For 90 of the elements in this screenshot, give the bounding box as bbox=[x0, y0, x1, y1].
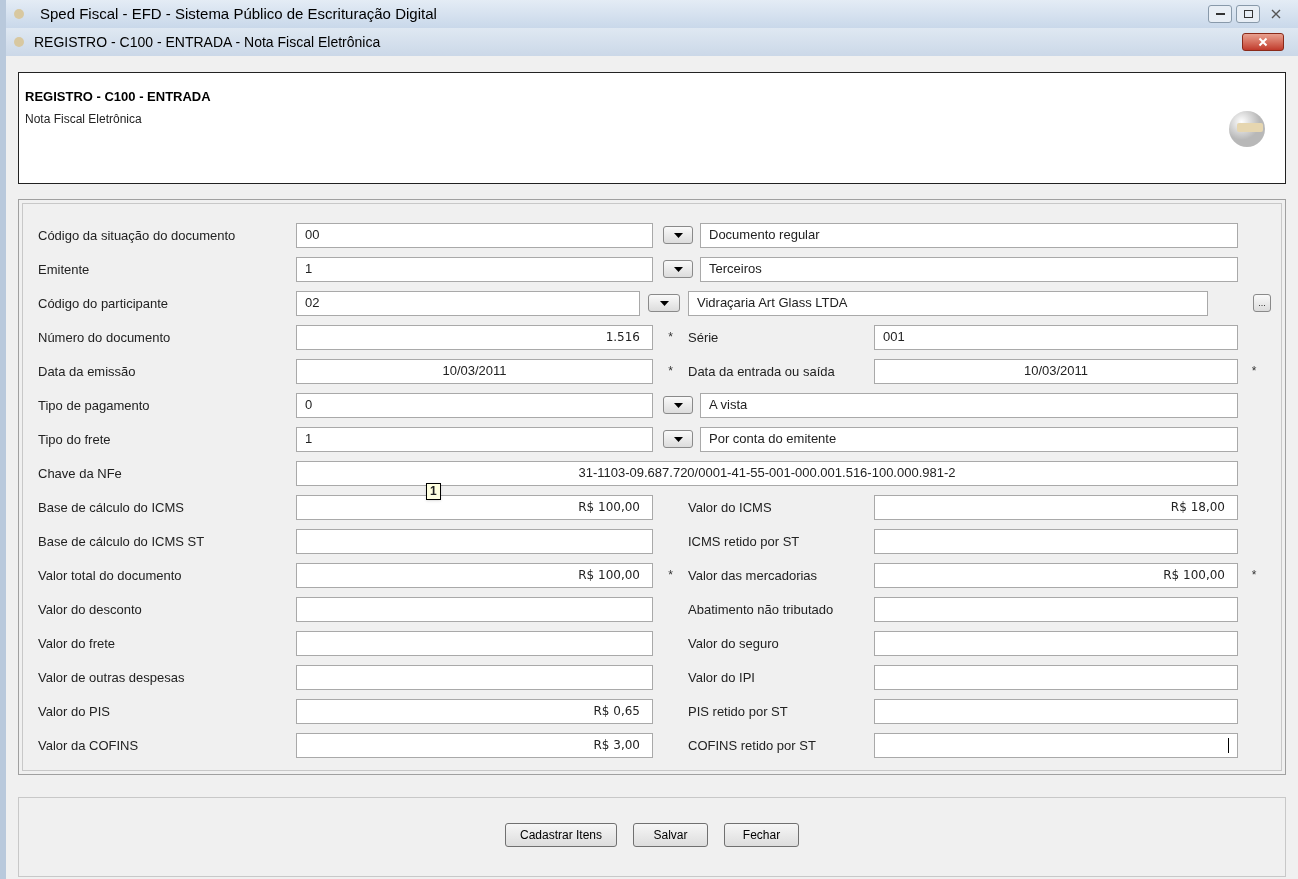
field-label: Valor total do documento bbox=[38, 568, 182, 583]
field-label: Valor do desconto bbox=[38, 602, 142, 617]
text-cursor-icon bbox=[1228, 737, 1229, 753]
input-field[interactable] bbox=[874, 732, 1238, 758]
field-label: Emitente bbox=[38, 262, 90, 277]
input-field[interactable] bbox=[874, 630, 1238, 656]
required-marker: * bbox=[668, 567, 673, 584]
dropdown-button[interactable] bbox=[663, 430, 693, 448]
lookup-button[interactable]: ... bbox=[1253, 294, 1271, 312]
input-field[interactable]: R$ 100,00 bbox=[874, 562, 1238, 588]
input-field[interactable] bbox=[296, 630, 653, 656]
field-label: Valor das mercadorias bbox=[688, 568, 818, 583]
input-field[interactable]: 10/03/2011 bbox=[874, 358, 1238, 384]
description-field[interactable]: Documento regular bbox=[700, 222, 1238, 248]
field-label: Abatimento não tributado bbox=[688, 602, 834, 617]
close-button[interactable] bbox=[1242, 33, 1284, 51]
close-icon bbox=[1271, 9, 1281, 19]
minimize-button[interactable] bbox=[1208, 5, 1232, 23]
input-field[interactable]: 31-1103-09.687.720/0001-41-55-001-000.001.516-100.000.981-2 bbox=[296, 460, 1238, 486]
close-icon bbox=[1258, 37, 1268, 47]
field-label: Tipo de pagamento bbox=[38, 398, 150, 413]
input-field[interactable]: 10/03/2011 bbox=[296, 358, 653, 384]
input-field[interactable]: R$ 18,00 bbox=[874, 494, 1238, 520]
dropdown-button[interactable] bbox=[663, 226, 693, 244]
required-marker: * bbox=[1251, 567, 1257, 584]
field-label: Valor do ICMS bbox=[688, 500, 772, 515]
input-field[interactable] bbox=[296, 596, 653, 622]
field-label: Código do participante bbox=[38, 296, 169, 311]
dropdown-button[interactable] bbox=[663, 396, 693, 414]
input-field[interactable]: R$ 3,00 bbox=[296, 732, 653, 758]
field-label: Valor do PIS bbox=[38, 704, 111, 719]
input-field[interactable]: 1 bbox=[296, 426, 653, 452]
input-field[interactable]: R$ 0,65 bbox=[296, 698, 653, 724]
field-label: Base de cálculo do ICMS bbox=[38, 500, 184, 515]
input-field[interactable]: R$ 100,00 bbox=[296, 562, 653, 588]
input-field[interactable] bbox=[296, 664, 653, 690]
input-field[interactable]: R$ 100,00 bbox=[296, 494, 653, 520]
tooltip: 1 bbox=[426, 483, 441, 500]
input-field[interactable]: 1.516 bbox=[296, 324, 653, 350]
description-field[interactable]: A vista bbox=[700, 392, 1238, 418]
caret-icon bbox=[673, 402, 683, 408]
input-field[interactable] bbox=[296, 528, 653, 554]
dropdown-button[interactable] bbox=[663, 260, 693, 278]
required-marker: * bbox=[668, 329, 673, 346]
input-field[interactable]: 1 bbox=[296, 256, 653, 282]
required-marker: * bbox=[1251, 363, 1257, 380]
field-label: Valor de outras despesas bbox=[38, 670, 185, 685]
maximize-button[interactable] bbox=[1236, 5, 1260, 23]
input-field[interactable] bbox=[874, 528, 1238, 554]
caret-icon bbox=[673, 436, 683, 442]
field-label: Código da situação do documento bbox=[38, 228, 236, 243]
field-label: Base de cálculo do ICMS ST bbox=[38, 534, 205, 549]
app-icon bbox=[14, 9, 24, 19]
input-field[interactable]: 02 bbox=[296, 290, 640, 316]
input-field[interactable] bbox=[874, 698, 1238, 724]
field-label: Data da emissão bbox=[38, 364, 136, 379]
required-marker: * bbox=[668, 363, 673, 380]
dropdown-button[interactable] bbox=[648, 294, 680, 312]
field-label: Valor do seguro bbox=[688, 636, 779, 651]
input-field[interactable] bbox=[874, 596, 1238, 622]
field-label: Número do documento bbox=[38, 330, 171, 345]
field-label: Data da entrada ou saída bbox=[688, 364, 835, 379]
field-label: ICMS retido por ST bbox=[688, 534, 800, 549]
window-title: Sped Fiscal - EFD - Sistema Público de Escrituração Digital bbox=[40, 3, 437, 24]
header-subtitle: Nota Fiscal Eletrônica bbox=[25, 110, 143, 128]
action-button[interactable]: Cadastrar Itens bbox=[504, 823, 617, 847]
input-field[interactable] bbox=[874, 664, 1238, 690]
action-button[interactable]: Fechar bbox=[724, 823, 799, 847]
dialog-icon bbox=[14, 37, 24, 47]
description-field[interactable]: Terceiros bbox=[700, 256, 1238, 282]
dialog-title: REGISTRO - C100 - ENTRADA - Nota Fiscal Eletrônica bbox=[34, 32, 381, 52]
description-field[interactable]: Vidraçaria Art Glass LTDA bbox=[688, 290, 1208, 316]
field-label: Série bbox=[688, 330, 719, 345]
field-label: COFINS retido por ST bbox=[688, 738, 816, 753]
header-title: REGISTRO - C100 - ENTRADA bbox=[25, 88, 211, 106]
input-field[interactable]: 0 bbox=[296, 392, 653, 418]
caret-icon bbox=[673, 266, 683, 272]
caret-icon bbox=[659, 300, 669, 306]
field-label: Valor da COFINS bbox=[38, 738, 139, 753]
field-label: PIS retido por ST bbox=[688, 704, 788, 719]
input-field[interactable]: 00 bbox=[296, 222, 653, 248]
field-label: Valor do frete bbox=[38, 636, 116, 651]
field-label: Chave da NFe bbox=[38, 466, 122, 481]
caret-icon bbox=[673, 232, 683, 238]
globe-logo-icon bbox=[1227, 109, 1267, 149]
action-button[interactable]: Salvar bbox=[633, 823, 708, 847]
field-label: Valor do IPI bbox=[688, 670, 755, 685]
field-label: Tipo do frete bbox=[38, 432, 111, 447]
input-field[interactable]: 001 bbox=[874, 324, 1238, 350]
description-field[interactable]: Por conta do emitente bbox=[700, 426, 1238, 452]
